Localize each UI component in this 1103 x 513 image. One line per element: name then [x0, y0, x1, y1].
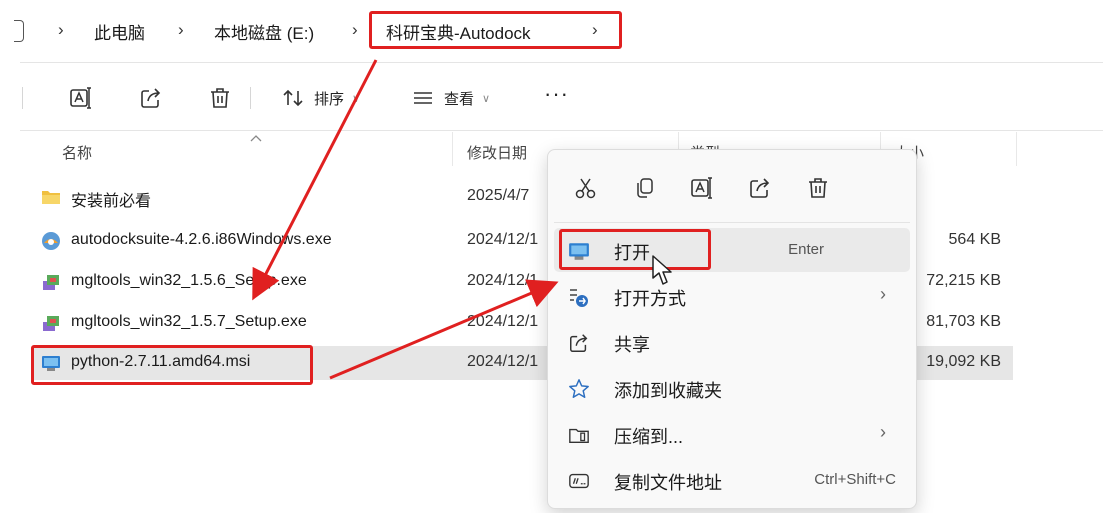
- divider: [22, 87, 23, 109]
- archive-icon: [568, 424, 590, 446]
- menu-item-copy-path[interactable]: 复制文件地址 Ctrl+Shift+C: [554, 458, 910, 502]
- view-icon: [414, 92, 432, 104]
- file-name: autodocksuite-4.2.6.i86Windows.exe: [71, 231, 332, 248]
- file-date: 2025/4/7: [467, 187, 530, 204]
- delete-button[interactable]: [208, 85, 232, 111]
- file-size: 19,092 KB: [926, 353, 1001, 370]
- cut-button[interactable]: [572, 174, 600, 202]
- share-button[interactable]: [139, 85, 163, 111]
- copy-button[interactable]: [630, 174, 658, 202]
- setup-icon: [43, 275, 59, 290]
- breadcrumb-drive-e[interactable]: 本地磁盘 (E:): [214, 19, 314, 44]
- star-icon: [568, 378, 590, 400]
- delete-icon: [809, 178, 827, 198]
- setup-icon: [43, 316, 59, 331]
- rename-button[interactable]: [68, 85, 94, 111]
- rename-icon: [70, 87, 91, 109]
- menu-item-label: 复制文件地址: [614, 473, 722, 493]
- share-button[interactable]: [746, 174, 774, 202]
- delete-button[interactable]: [804, 174, 832, 202]
- copy-path-icon: [568, 470, 590, 492]
- file-name: mgltools_win32_1.5.6_Setup.exe: [71, 272, 307, 289]
- sort-button[interactable]: 排序 ∨: [282, 85, 360, 111]
- file-date: 2024/12/1: [467, 353, 539, 370]
- menu-item-label: 打开方式: [614, 289, 686, 309]
- file-size: 564 KB: [948, 231, 1001, 248]
- column-header-name[interactable]: 名称: [62, 142, 92, 163]
- share-icon: [141, 88, 161, 108]
- cut-icon: [575, 178, 596, 199]
- share-icon: [568, 332, 590, 354]
- menu-item-add-to-favorites[interactable]: 添加到收藏夹: [554, 366, 910, 410]
- share-icon: [750, 178, 770, 198]
- view-button[interactable]: 查看 ∨: [412, 85, 490, 111]
- file-name: 安装前必看: [71, 193, 152, 210]
- breadcrumb-this-pc[interactable]: 此电脑: [94, 19, 145, 44]
- chevron-right-icon: ›: [880, 284, 886, 304]
- chevron-down-icon: ∨: [352, 92, 361, 105]
- file-date: 2024/12/1: [467, 313, 539, 330]
- menu-item-label: 压缩到...: [614, 427, 684, 447]
- file-size: 72,215 KB: [926, 272, 1001, 289]
- mouse-pointer-icon: [652, 255, 672, 285]
- breadcrumb-separator: ›: [178, 20, 184, 39]
- rename-button[interactable]: [688, 174, 716, 202]
- selected-file-highlight-box: [31, 345, 313, 385]
- menu-item-compress[interactable]: 压缩到... ›: [554, 412, 910, 456]
- sort-ascending-icon: [250, 135, 262, 142]
- column-header-date[interactable]: 修改日期: [467, 142, 527, 163]
- file-date: 2024/12/1: [467, 272, 539, 289]
- menu-item-shortcut: Enter: [788, 241, 824, 258]
- divider: [20, 130, 1103, 131]
- breadcrumb-separator: ›: [352, 20, 358, 39]
- menu-item-share[interactable]: 共享: [554, 320, 910, 364]
- file-name: mgltools_win32_1.5.7_Setup.exe: [71, 313, 307, 330]
- delete-icon: [211, 88, 229, 108]
- copy-icon: [637, 178, 653, 198]
- column-divider[interactable]: [1016, 132, 1017, 166]
- view-label: 查看: [444, 90, 475, 108]
- sort-label: 排序: [314, 90, 345, 108]
- open-menu-highlight-box: [559, 229, 711, 270]
- folder-icon: [42, 191, 60, 204]
- location-icon: [14, 20, 24, 42]
- more-options-button[interactable]: ···: [544, 81, 569, 107]
- file-date: 2024/12/1: [467, 231, 539, 248]
- installer-icon: [42, 232, 60, 250]
- menu-item-shortcut: Ctrl+Shift+C: [814, 471, 896, 488]
- context-menu: 打开 Enter 打开方式 › 共享 添加到收藏夹 压缩到... › 复制文件地…: [547, 149, 917, 509]
- rename-icon: [691, 177, 712, 199]
- sort-icon: [283, 89, 303, 107]
- menu-item-label: 共享: [614, 335, 650, 355]
- chevron-right-icon: ›: [880, 422, 886, 442]
- command-bar: 排序 ∨ 查看 ∨ ···: [0, 63, 1103, 131]
- divider: [554, 222, 910, 223]
- menu-item-label: 添加到收藏夹: [614, 381, 722, 401]
- menu-item-open-with[interactable]: 打开方式 ›: [554, 274, 910, 318]
- open-with-icon: [568, 286, 590, 308]
- more-icon: ···: [544, 81, 569, 106]
- breadcrumb-separator: ›: [58, 20, 64, 39]
- divider: [250, 87, 251, 109]
- chevron-down-icon: ∨: [482, 92, 491, 105]
- current-folder-highlight-box: [369, 11, 622, 49]
- file-size: 81,703 KB: [926, 313, 1001, 330]
- context-menu-quick-actions: [548, 150, 916, 222]
- column-divider[interactable]: [452, 132, 453, 166]
